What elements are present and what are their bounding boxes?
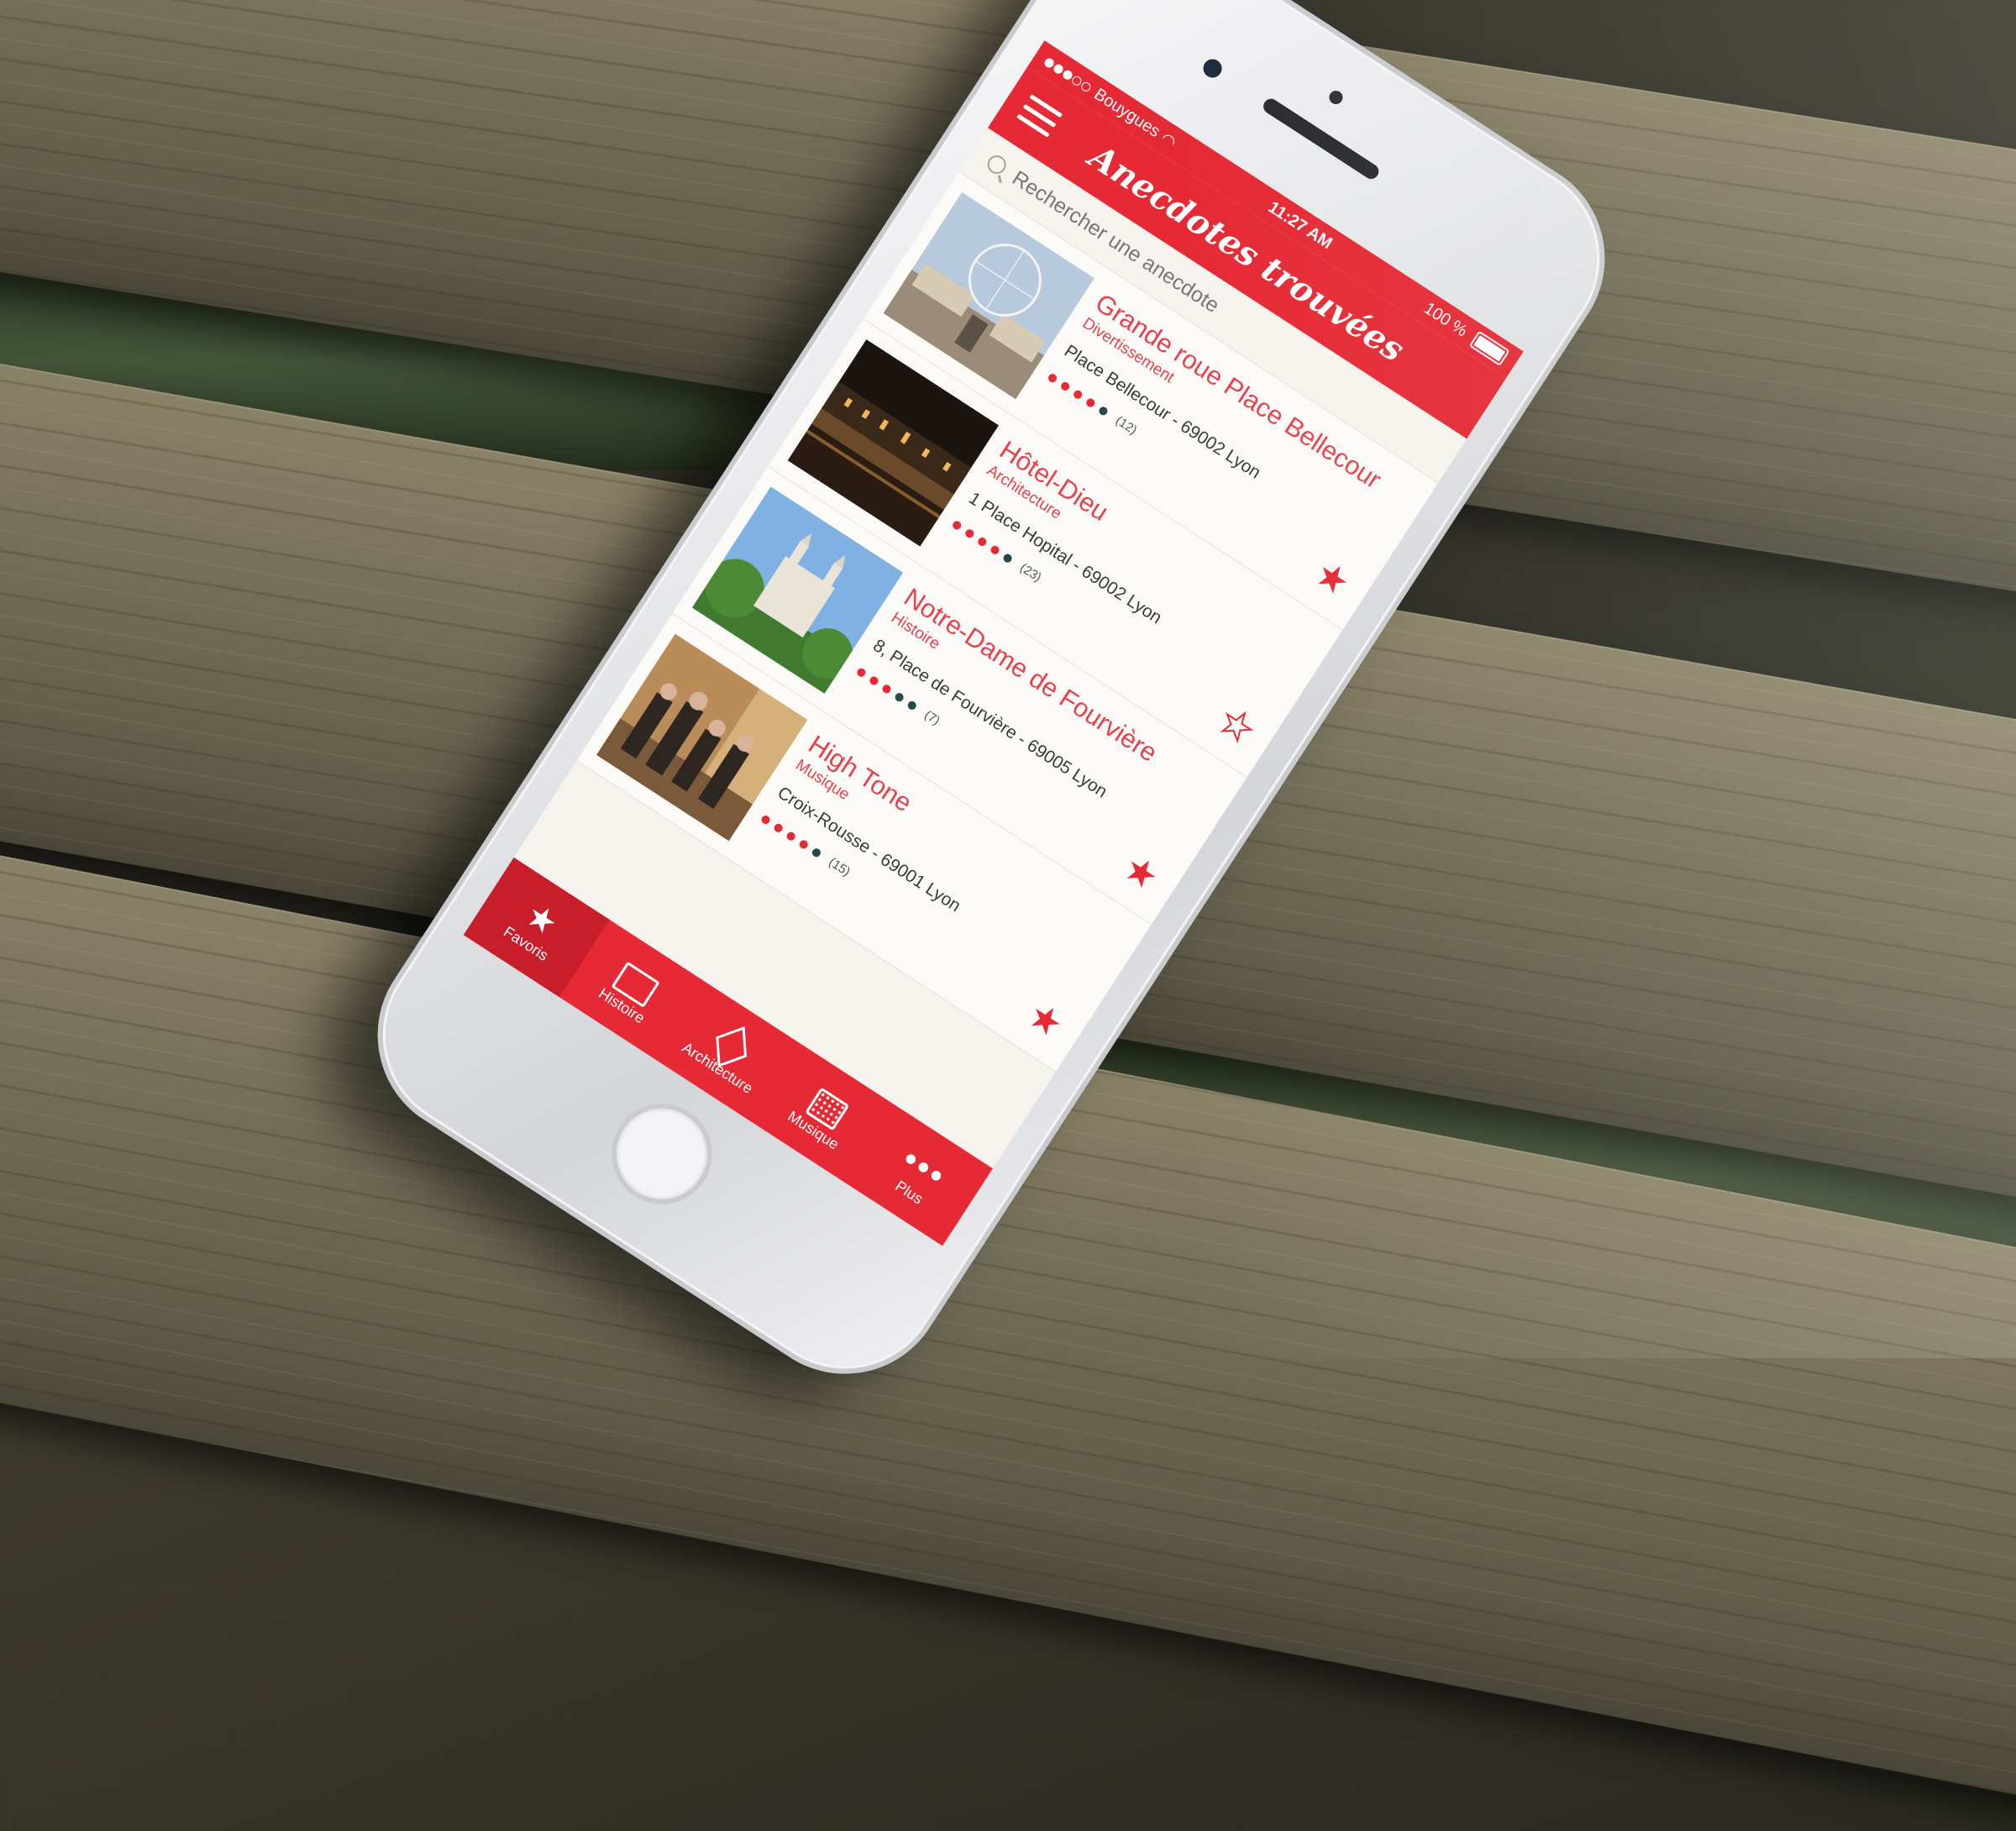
wifi-icon: ◠ — [1157, 129, 1180, 153]
front-camera — [1200, 55, 1226, 81]
earpiece-speaker — [1260, 96, 1382, 182]
favorite-star-icon[interactable]: ★ — [1307, 552, 1357, 605]
rating-count: (23) — [1017, 560, 1044, 585]
hamburger-menu-icon[interactable] — [1015, 94, 1063, 139]
favorite-star-icon[interactable]: ★ — [1021, 994, 1071, 1047]
favorite-star-outline-icon[interactable]: ★ — [1210, 699, 1263, 753]
search-icon — [984, 151, 1010, 178]
home-button[interactable] — [591, 1083, 732, 1224]
favorite-star-icon[interactable]: ★ — [1116, 847, 1167, 900]
rating-count: (7) — [921, 707, 942, 728]
rating-count: (15) — [826, 855, 853, 879]
proximity-sensor — [1326, 87, 1346, 108]
rating-count: (12) — [1112, 413, 1140, 438]
